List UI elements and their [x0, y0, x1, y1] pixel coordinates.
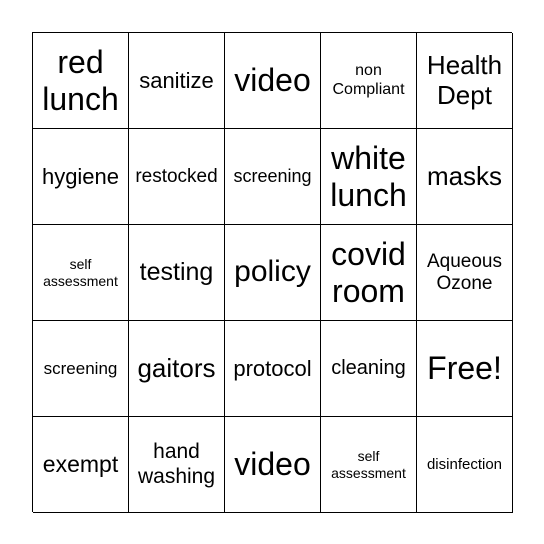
bingo-cell[interactable]: Health Dept: [417, 33, 513, 129]
bingo-cell-text: testing: [139, 258, 214, 287]
bingo-cell[interactable]: covid room: [321, 225, 417, 321]
bingo-cell-text: restocked: [135, 165, 218, 187]
bingo-cell[interactable]: self assessment: [33, 225, 129, 321]
bingo-cell-text: exempt: [42, 451, 119, 478]
bingo-cell[interactable]: screening: [225, 129, 321, 225]
bingo-cell-text: non Compliant: [332, 62, 405, 98]
bingo-cell[interactable]: gaitors: [129, 321, 225, 417]
bingo-cell-text: gaitors: [137, 352, 216, 383]
bingo-cell[interactable]: policy: [225, 225, 321, 321]
bingo-cell-text: self assessment: [331, 448, 406, 481]
bingo-cell[interactable]: sanitize: [129, 33, 225, 129]
bingo-cell[interactable]: masks: [417, 129, 513, 225]
bingo-cell[interactable]: restocked: [129, 129, 225, 225]
bingo-cell-text: hygiene: [41, 163, 120, 189]
bingo-cell[interactable]: video: [225, 417, 321, 513]
bingo-card: red lunch sanitize video non Compliant Healt…: [32, 32, 513, 513]
bingo-cell-text: policy: [234, 255, 311, 289]
bingo-cell-text: masks: [426, 160, 503, 191]
bingo-cell[interactable]: hygiene: [33, 129, 129, 225]
bingo-cell-text: video: [234, 446, 311, 483]
bingo-cell[interactable]: testing: [129, 225, 225, 321]
bingo-cell-text: sanitize: [139, 67, 214, 93]
bingo-cell[interactable]: disinfection: [417, 417, 513, 513]
bingo-cell-text: protocol: [233, 355, 312, 381]
bingo-cell-text: video: [234, 62, 311, 99]
bingo-cell[interactable]: video: [225, 33, 321, 129]
bingo-cell-text: white lunch: [330, 139, 407, 213]
bingo-cell[interactable]: exempt: [33, 417, 129, 513]
bingo-cell-text: Free!: [427, 350, 502, 387]
bingo-cell[interactable]: screening: [33, 321, 129, 417]
bingo-cell-text: red lunch: [42, 43, 119, 117]
bingo-cell-text: Health Dept: [426, 49, 503, 110]
bingo-cell[interactable]: red lunch: [33, 33, 129, 129]
bingo-cell[interactable]: Aqueous Ozone: [417, 225, 513, 321]
bingo-cell[interactable]: cleaning: [321, 321, 417, 417]
bingo-cell-text: covid room: [331, 235, 406, 309]
bingo-cell-text: hand washing: [137, 440, 216, 488]
bingo-cell-text: Aqueous Ozone: [426, 250, 502, 294]
bingo-cell[interactable]: Free!: [417, 321, 513, 417]
bingo-cell[interactable]: hand washing: [129, 417, 225, 513]
bingo-cell-text: disinfection: [426, 455, 503, 473]
bingo-cell[interactable]: self assessment: [321, 417, 417, 513]
bingo-cell-text: screening: [233, 166, 312, 187]
bingo-cell[interactable]: non Compliant: [321, 33, 417, 129]
bingo-cell[interactable]: protocol: [225, 321, 321, 417]
bingo-cell-text: cleaning: [331, 357, 406, 379]
bingo-cell-text: self assessment: [43, 256, 118, 289]
bingo-cell-text: screening: [43, 358, 118, 378]
bingo-cell[interactable]: white lunch: [321, 129, 417, 225]
